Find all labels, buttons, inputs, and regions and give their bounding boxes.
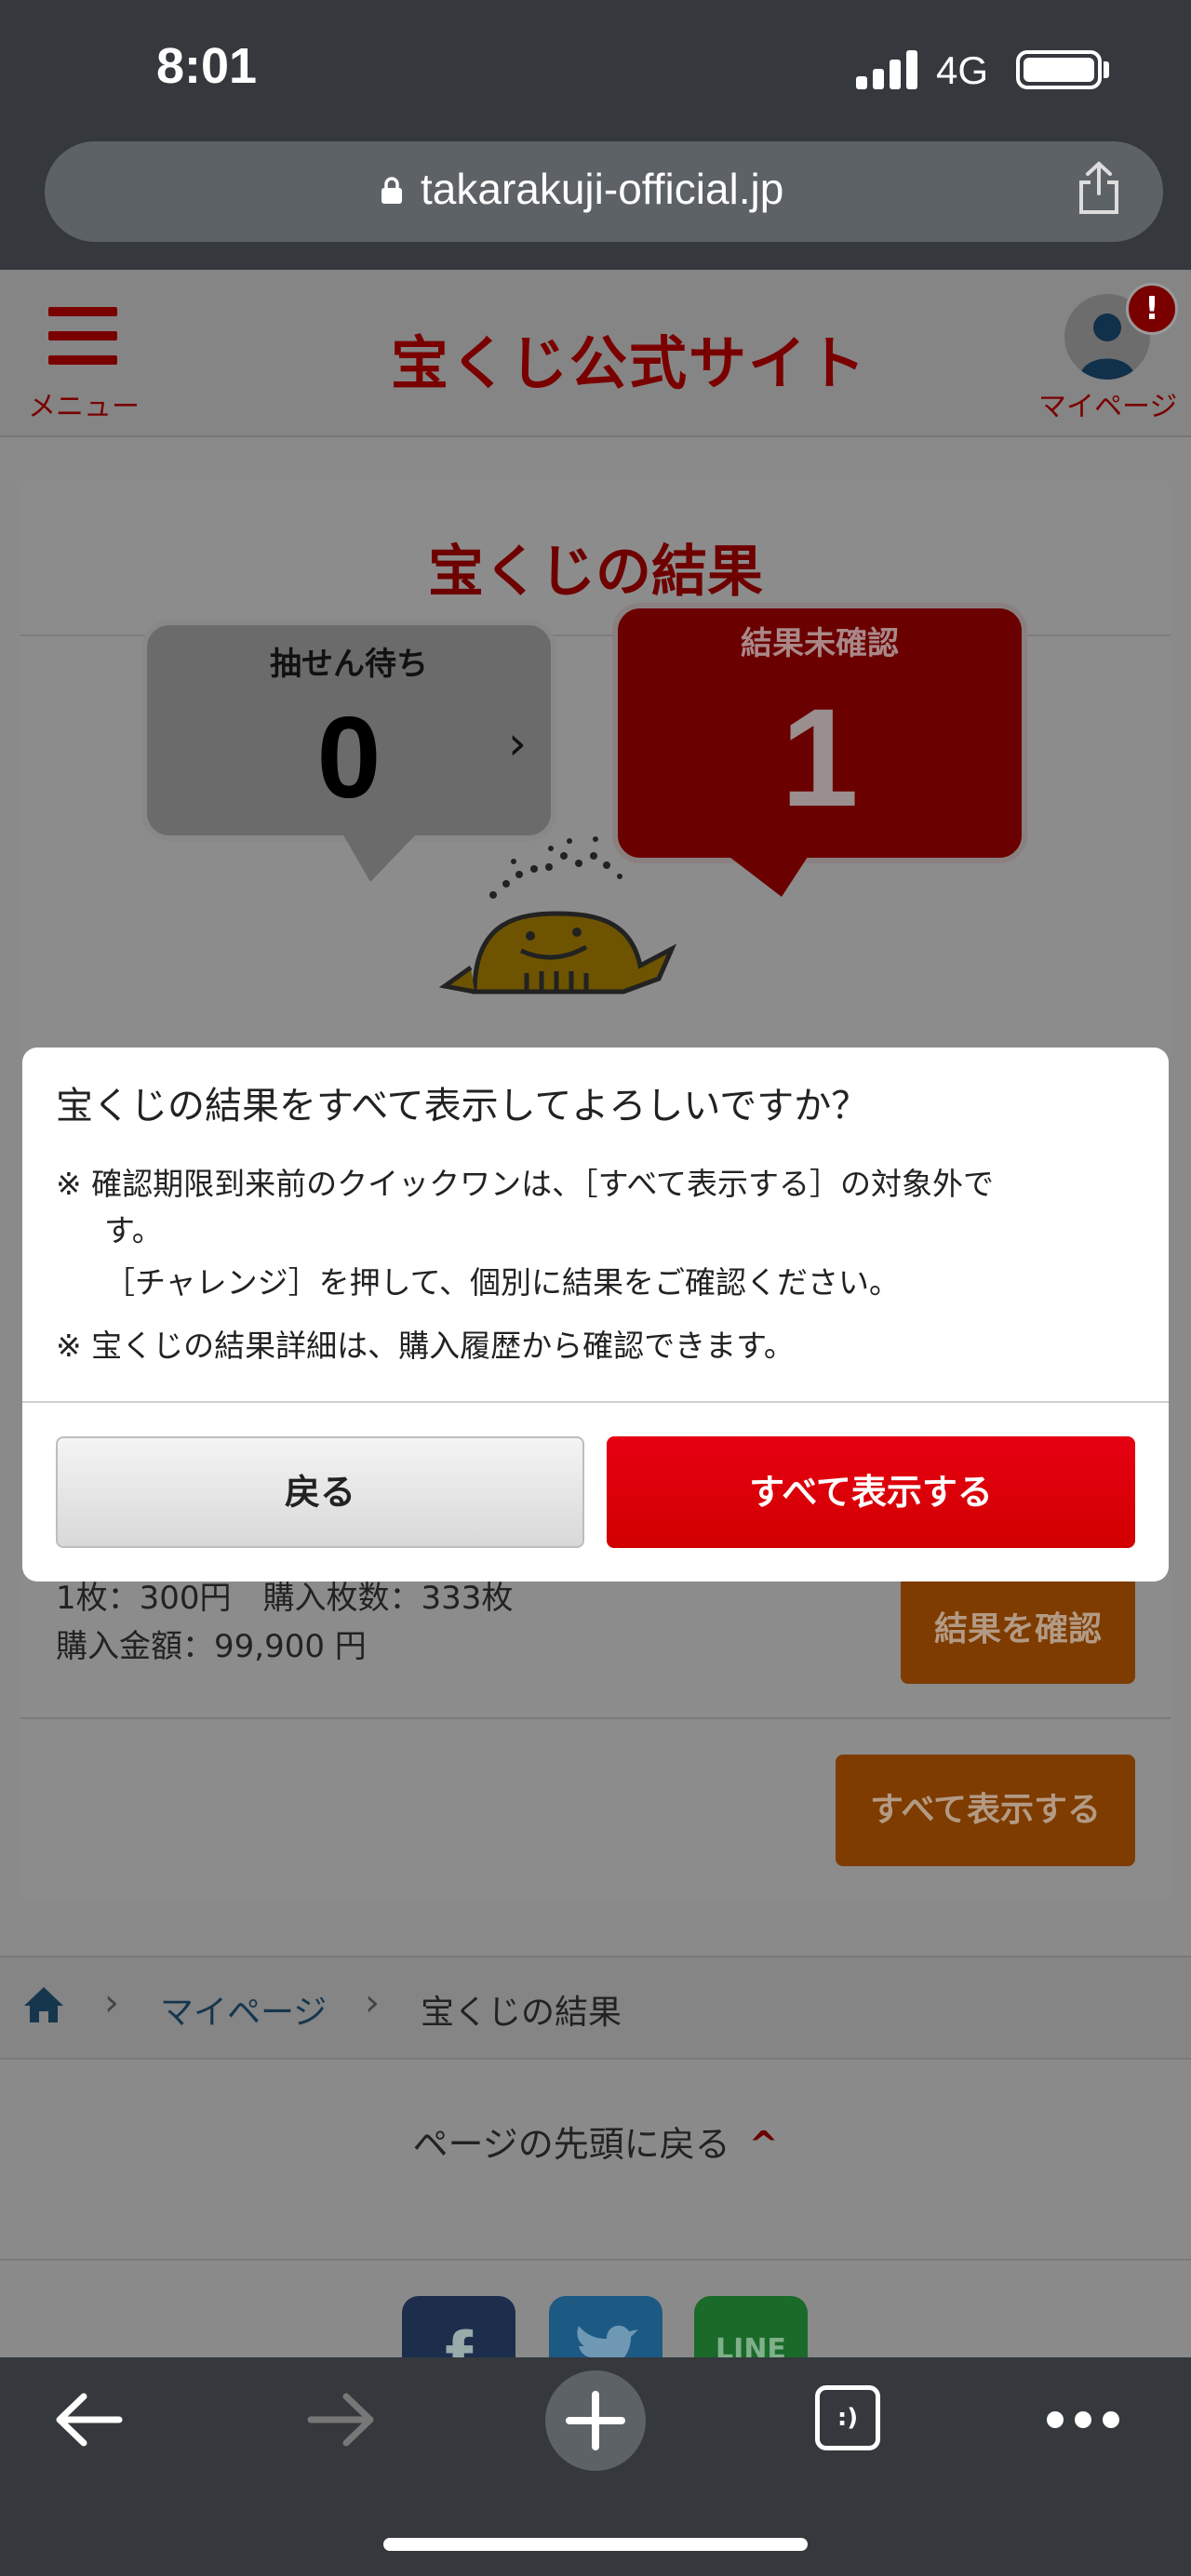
pending-label: 抽せん待ち: [270, 646, 428, 683]
new-tab-plus-icon[interactable]: [545, 2370, 646, 2471]
notification-badge: !: [1126, 283, 1178, 335]
network-label: 4G: [936, 48, 989, 92]
hamburger-menu-icon[interactable]: [48, 307, 117, 365]
dialog-title: 宝くじの結果をすべて表示してよろしいですか？: [56, 1085, 869, 1128]
confirm-result-button[interactable]: 結果を確認: [901, 1576, 1135, 1684]
lock-icon: [381, 177, 402, 204]
chevron-right-icon: ›: [508, 716, 527, 770]
dialog-note-1-cont: す。: [104, 1212, 163, 1248]
mypage-label[interactable]: マイページ: [1038, 383, 1177, 424]
chevron-up-icon: ^: [748, 2124, 779, 2165]
results-title: 宝くじの結果: [428, 540, 763, 605]
dialog-back-button[interactable]: 戻る: [56, 1436, 584, 1548]
menu-label[interactable]: メニュー: [28, 383, 140, 424]
breadcrumb-mypage-link[interactable]: マイページ: [160, 1985, 327, 2034]
purchase-detail-total: 購入金額：99,900 円: [56, 1628, 367, 1665]
forward-arrow-icon[interactable]: [303, 2387, 378, 2452]
mascot-illustration: [438, 836, 677, 994]
footer-divider: [0, 2259, 1191, 2261]
dialog-note-1: ※ 確認期限到来前のクイックワンは、［すべて表示する］の対象外で: [56, 1166, 995, 1202]
page-top-label: ページの先頭に戻る: [412, 2124, 730, 2165]
breadcrumb-separator: ›: [104, 1982, 119, 2024]
site-logo[interactable]: 宝くじ公式サイト: [391, 316, 867, 400]
signal-icon: [856, 48, 921, 89]
battery-icon: [1016, 50, 1102, 89]
page-top-link[interactable]: ページの先頭に戻る ^: [0, 2116, 1191, 2167]
dialog-note-2: ※ 宝くじの結果詳細は、購入履歴から確認できます。: [56, 1328, 795, 1364]
dialog-divider: [22, 1401, 1169, 1403]
card-divider: [20, 1717, 1171, 1719]
share-icon[interactable]: [1076, 160, 1122, 216]
pending-bubble-tail: [342, 834, 417, 882]
breadcrumb-current: 宝くじの結果: [421, 1994, 622, 2032]
status-time: 8:01: [156, 38, 258, 94]
dialog-note-1-challenge: ［チャレンジ］を押して、個別に結果をご確認ください。: [104, 1264, 901, 1301]
unconfirmed-count: 1: [781, 679, 859, 835]
pending-count: 0: [316, 694, 381, 822]
battery-tip: [1104, 61, 1109, 78]
back-arrow-icon[interactable]: [52, 2387, 127, 2452]
home-indicator: [383, 2538, 808, 2551]
home-icon[interactable]: [22, 1985, 65, 2024]
unconfirmed-bubble-tail: [726, 854, 810, 897]
url-text[interactable]: takarakuji-official.jp: [421, 164, 783, 214]
breadcrumb-separator: ›: [365, 1982, 380, 2024]
tabs-icon[interactable]: :): [815, 2385, 880, 2450]
show-all-button-bg[interactable]: すべて表示する: [836, 1755, 1135, 1866]
more-icon[interactable]: [1044, 2406, 1122, 2434]
unconfirmed-label: 結果未確認: [741, 625, 899, 662]
dialog-show-all-button[interactable]: すべて表示する: [607, 1436, 1135, 1548]
